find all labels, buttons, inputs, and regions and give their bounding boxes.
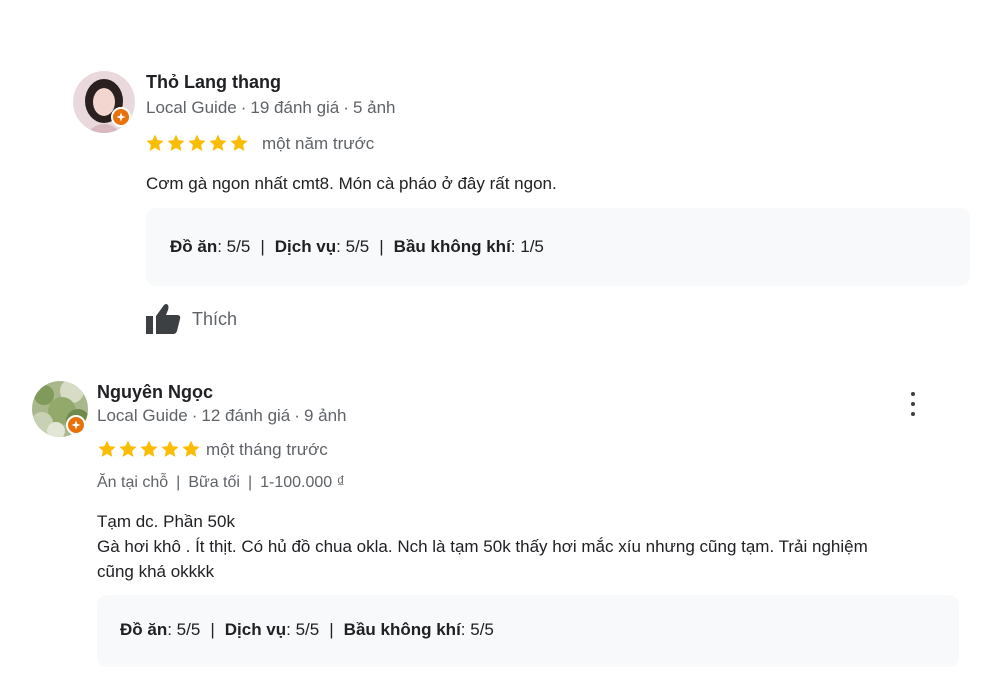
score-label-atmosphere: Bầu không khí — [393, 237, 511, 256]
like-button[interactable]: Thích — [144, 302, 237, 336]
score-value-service: : 5/5 — [336, 237, 370, 256]
score-panel: Đồ ăn: 5/5 | Dịch vụ: 5/5 | Bầu không khí: 1… — [146, 208, 970, 286]
tag-meal-type: Bữa tối — [188, 474, 240, 491]
score-value-food: : 5/5 — [167, 620, 201, 639]
score-value-atmosphere: : 5/5 — [460, 620, 494, 639]
star-icon — [167, 134, 185, 151]
score-label-service: Dịch vụ — [224, 620, 287, 639]
reviewer-meta: Local Guide · 12 đánh giá · 9 ảnh — [97, 406, 347, 425]
review-text-line: Gà hơi khô . Ít thịt. Có hủ đồ chua okla… — [97, 537, 868, 556]
avatar[interactable] — [32, 381, 88, 437]
star-icon — [119, 440, 137, 457]
star-rating — [97, 439, 201, 459]
thumbs-up-icon — [146, 304, 181, 334]
reviewer-role: Local Guide — [146, 98, 237, 117]
like-label: Thích — [192, 308, 238, 329]
score-label-food: Đồ ăn — [170, 237, 218, 256]
local-guide-badge-icon — [111, 107, 131, 127]
local-guide-badge-icon — [66, 415, 86, 435]
tag-service-type: Ăn tại chỗ — [97, 474, 169, 491]
review-count: 12 đánh giá — [201, 406, 291, 425]
avatar[interactable] — [73, 71, 135, 133]
score-label-atmosphere: Bầu không khí — [343, 620, 461, 639]
star-icon — [146, 134, 164, 151]
review-text: Tạm dc. Phần 50k Gà hơi khô . Ít thịt. C… — [97, 509, 977, 584]
more-vert-icon[interactable] — [903, 390, 923, 418]
review-time: một tháng trước — [206, 440, 328, 459]
score-panel: Đồ ăn: 5/5 | Dịch vụ: 5/5 | Bầu không khí: 5… — [97, 595, 959, 667]
photo-count: 9 ảnh — [303, 406, 347, 425]
review-text-line: cũng khá okkkk — [97, 562, 215, 581]
score-list: Đồ ăn: 5/5 | Dịch vụ: 5/5 | Bầu không khí: 5… — [120, 620, 494, 639]
star-icon — [161, 440, 179, 457]
score-label-food: Đồ ăn — [120, 620, 168, 639]
reviewer-name[interactable]: Thỏ Lang thang — [146, 72, 281, 93]
score-value-atmosphere: : 1/5 — [510, 237, 544, 256]
review-text: Cơm gà ngon nhất cmt8. Món cà pháo ở đây… — [146, 174, 557, 193]
star-icon — [182, 440, 200, 457]
review-count: 19 đánh giá — [250, 98, 340, 117]
reviewer-name[interactable]: Nguyên Ngọc — [97, 382, 213, 403]
star-icon — [188, 134, 206, 151]
reviewer-role: Local Guide — [97, 406, 188, 425]
score-list: Đồ ăn: 5/5 | Dịch vụ: 5/5 | Bầu không khí: 1… — [170, 237, 544, 256]
star-rating — [145, 133, 249, 153]
star-icon — [98, 440, 116, 457]
star-icon — [209, 134, 227, 151]
score-label-service: Dịch vụ — [274, 237, 337, 256]
visit-tags: Ăn tại chỗ | Bữa tối | 1-100.000 ₫ — [97, 474, 345, 491]
score-value-service: : 5/5 — [286, 620, 320, 639]
photo-count: 5 ảnh — [352, 98, 396, 117]
tag-price-range: 1-100.000 ₫ — [260, 474, 345, 491]
review-text-line: Tạm dc. Phần 50k — [97, 512, 235, 531]
score-value-food: : 5/5 — [217, 237, 251, 256]
reviewer-meta: Local Guide · 19 đánh giá · 5 ảnh — [146, 98, 396, 117]
star-icon — [140, 440, 158, 457]
review-time: một năm trước — [262, 134, 375, 153]
star-icon — [230, 134, 248, 151]
